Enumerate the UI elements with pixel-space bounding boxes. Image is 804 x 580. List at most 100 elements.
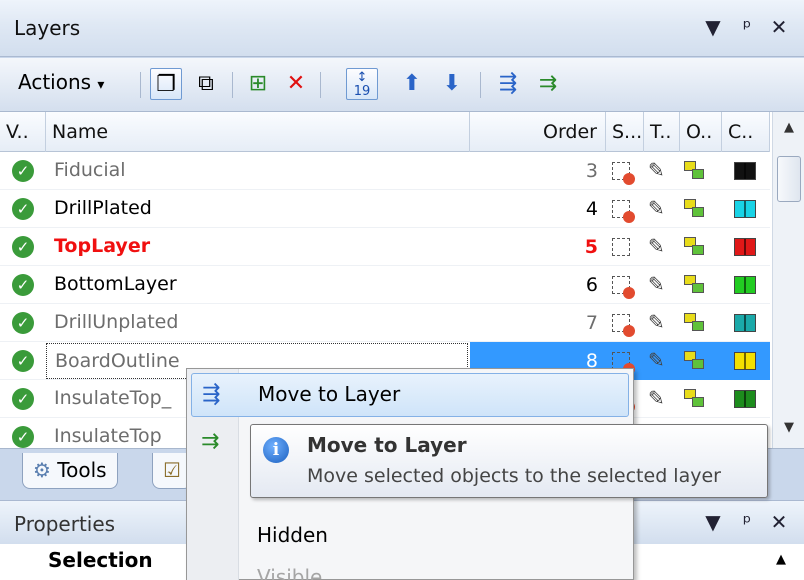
dropdown-arrow-icon[interactable]: ▼ <box>700 14 726 40</box>
selectable-icon[interactable] <box>612 238 630 256</box>
overlap-icon[interactable] <box>684 389 706 409</box>
visible-check-icon[interactable]: ✓ <box>12 312 34 334</box>
table-row[interactable]: ✓ BottomLayer 6 ✎ <box>0 266 770 304</box>
visible-check-icon[interactable]: ✓ <box>12 198 34 220</box>
dropdown-arrow-icon[interactable]: ▼ <box>700 509 726 535</box>
move-to-layer-icon: ⇶ <box>202 382 221 407</box>
overlap-icon[interactable] <box>684 275 706 295</box>
scroll-thumb[interactable] <box>777 156 801 202</box>
layer-color-swatch[interactable] <box>734 314 756 332</box>
vertical-scrollbar[interactable]: ▲ ▼ <box>772 112 804 448</box>
toolbar-separator <box>140 72 141 98</box>
overlap-icon[interactable] <box>684 237 706 257</box>
column-name[interactable]: Name <box>46 112 470 152</box>
move-up-icon[interactable]: ⬆ <box>396 68 428 100</box>
table-row[interactable]: ✓ DrillPlated 4 ✎ <box>0 190 770 228</box>
close-icon[interactable]: ✕ <box>766 14 792 40</box>
selectable-icon[interactable] <box>612 276 635 299</box>
close-icon[interactable]: ✕ <box>766 509 792 535</box>
pin-icon[interactable]: ᵖ <box>734 14 760 40</box>
pencil-icon[interactable]: ✎ <box>648 158 665 182</box>
move-to-layer-icon[interactable]: ⇶ <box>492 68 524 100</box>
layer-color-swatch[interactable] <box>734 238 756 256</box>
tooltip-description: Move selected objects to the selected la… <box>307 465 721 487</box>
overlap-square <box>692 207 704 217</box>
layer-name: BottomLayer <box>54 273 177 295</box>
pencil-icon[interactable]: ✎ <box>648 272 665 296</box>
toolbar-separator <box>480 72 481 98</box>
column-visible[interactable]: V.. <box>0 112 46 152</box>
overlap-icon[interactable] <box>684 161 706 181</box>
pin-icon[interactable]: ᵖ <box>734 509 760 535</box>
column-t[interactable]: T.. <box>644 112 680 152</box>
table-row[interactable]: ✓ TopLayer 5 ✎ <box>0 228 770 266</box>
layer-order: 7 <box>585 312 598 334</box>
layer-color-swatch[interactable] <box>734 276 756 294</box>
menu-item-label: Move to Layer <box>258 382 401 406</box>
overlap-icon[interactable] <box>684 199 706 219</box>
tab-tools[interactable]: ⚙ Tools <box>22 453 118 489</box>
actions-menu-button[interactable]: Actions ▾ <box>18 70 104 94</box>
menu-item-label: Visible <box>257 565 323 580</box>
toolbar-separator <box>232 72 233 98</box>
layer-name: DrillPlated <box>54 197 152 219</box>
selectable-icon[interactable] <box>612 162 635 185</box>
menu-item-hidden[interactable]: Hidden <box>191 515 629 559</box>
layer-name: TopLayer <box>54 235 151 257</box>
overlap-square <box>692 283 704 293</box>
layer-order: 4 <box>585 198 598 220</box>
add-layer-icon[interactable]: ⊞ <box>242 68 274 100</box>
selection-label: Selection <box>48 548 153 572</box>
layer-color-swatch[interactable] <box>734 162 756 180</box>
overlap-icon[interactable] <box>684 351 706 371</box>
move-down-icon[interactable]: ⬇ <box>436 68 468 100</box>
overlap-square <box>692 359 704 369</box>
delete-icon[interactable]: ✕ <box>280 68 312 100</box>
layers-title-bar: Layers ▼ ᵖ ✕ <box>0 0 804 57</box>
layer-color-swatch[interactable] <box>734 390 756 408</box>
overlap-square <box>692 245 704 255</box>
lock-dot <box>623 211 635 223</box>
selectable-icon[interactable] <box>612 200 635 223</box>
tooltip: i Move to Layer Move selected objects to… <box>250 424 768 498</box>
tooltip-title: Move to Layer <box>307 433 467 457</box>
sort-order-icon[interactable]: ↕ 19 <box>346 68 378 100</box>
visible-check-icon[interactable]: ✓ <box>12 388 34 410</box>
pencil-icon[interactable]: ✎ <box>648 348 665 372</box>
paste-layer-icon[interactable]: ⧉ <box>190 68 222 100</box>
layer-order: 5 <box>584 236 598 258</box>
grid-header: V.. Name Order S... T.. O.. C.. <box>0 112 770 152</box>
visible-check-icon[interactable]: ✓ <box>12 160 34 182</box>
scroll-up-icon[interactable]: ▲ <box>773 120 804 135</box>
menu-item-move-to-layer[interactable]: ⇶ Move to Layer <box>191 373 629 417</box>
scroll-up-icon[interactable]: ▲ <box>776 552 786 567</box>
pencil-icon[interactable]: ✎ <box>648 196 665 220</box>
layers-toolbar: Actions ▾ ❐ ⧉ ⊞ ✕ ↕ 19 ⬆ ⬇ ⇶ ⇉ <box>0 58 804 112</box>
scroll-down-icon[interactable]: ▼ <box>773 420 804 435</box>
lock-dot <box>623 325 635 337</box>
visible-check-icon[interactable]: ✓ <box>12 274 34 296</box>
pencil-icon[interactable]: ✎ <box>648 234 665 258</box>
overlap-icon[interactable] <box>684 313 706 333</box>
copy-layer-icon[interactable]: ❐ <box>150 68 182 100</box>
properties-title: Properties <box>14 512 116 536</box>
table-row[interactable]: ✓ DrillUnplated 7 ✎ <box>0 304 770 342</box>
visible-check-icon[interactable]: ✓ <box>12 426 34 448</box>
layer-color-swatch[interactable] <box>734 200 756 218</box>
column-s[interactable]: S... <box>606 112 644 152</box>
toolbar-separator <box>320 72 321 98</box>
visible-check-icon[interactable]: ✓ <box>12 350 34 372</box>
layer-name: Fiducial <box>54 159 126 181</box>
table-row[interactable]: ✓ Fiducial 3 ✎ <box>0 152 770 190</box>
overlap-square <box>692 397 704 407</box>
column-o[interactable]: O.. <box>680 112 722 152</box>
overlap-square <box>692 169 704 179</box>
copy-to-layer-icon[interactable]: ⇉ <box>532 68 564 100</box>
layer-color-swatch[interactable] <box>734 352 756 370</box>
visible-check-icon[interactable]: ✓ <box>12 236 34 258</box>
pencil-icon[interactable]: ✎ <box>648 386 665 410</box>
selectable-icon[interactable] <box>612 314 635 337</box>
column-order[interactable]: Order <box>470 112 606 152</box>
pencil-icon[interactable]: ✎ <box>648 310 665 334</box>
column-c[interactable]: C.. <box>722 112 770 152</box>
